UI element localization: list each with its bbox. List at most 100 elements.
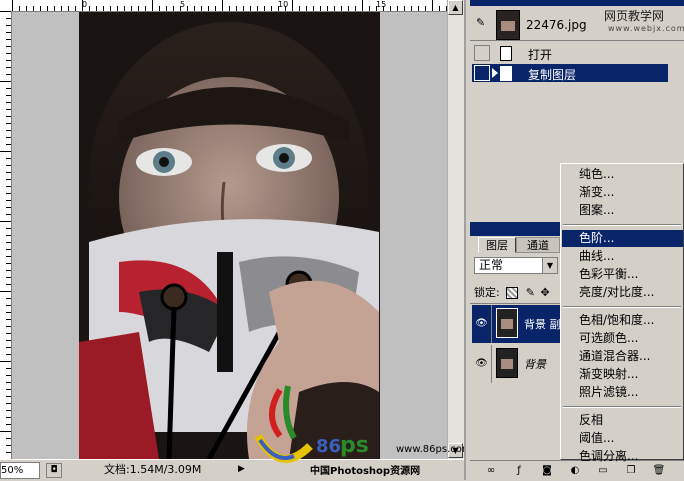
adjustment-layer-icon[interactable]: ◐	[568, 464, 582, 478]
ruler-tick	[6, 67, 11, 68]
ruler-tick	[6, 193, 11, 194]
ruler-tick	[6, 452, 11, 453]
menu-item[interactable]: 照片滤镜...	[562, 384, 683, 401]
ruler-tick	[6, 158, 11, 159]
new-layer-icon[interactable]: ❐	[624, 464, 638, 478]
scroll-up-button[interactable]: ▲	[448, 0, 463, 15]
menu-item[interactable]: 通道混合器...	[562, 348, 683, 365]
ruler-tick	[243, 6, 244, 11]
eye-icon[interactable]: 👁	[472, 305, 492, 343]
ruler-tick	[159, 6, 160, 11]
ruler-tick	[6, 39, 11, 40]
history-divider	[470, 40, 684, 41]
svg-text:86: 86	[316, 436, 341, 457]
ruler-tick	[334, 6, 335, 11]
ruler-tick	[313, 6, 314, 11]
menu-item[interactable]: 渐变映射...	[562, 366, 683, 383]
menu-item[interactable]: 色相/饱和度...	[562, 312, 683, 329]
ruler-tick	[131, 6, 132, 11]
document-size-info: 文档:1.54M/3.09M	[104, 463, 202, 476]
ruler-tick	[418, 6, 419, 11]
status-arrow-icon[interactable]: ▶	[238, 463, 248, 476]
history-item-duplicate-layer[interactable]: 复制图层	[472, 64, 668, 82]
layer-row-background[interactable]: 👁 背景	[472, 345, 564, 383]
menu-item[interactable]: 纯色...	[562, 166, 683, 183]
ruler-tick	[33, 6, 34, 11]
ruler-tick	[208, 6, 209, 11]
horizontal-ruler[interactable]: 0 5 10 15	[0, 0, 447, 12]
eye-icon[interactable]: 👁	[472, 345, 492, 383]
ruler-tick	[6, 368, 11, 369]
layers-divider	[470, 303, 562, 304]
menu-item[interactable]: 色彩平衡...	[562, 266, 683, 283]
ruler-tick	[292, 0, 293, 11]
history-source-box[interactable]	[474, 65, 490, 81]
menu-item[interactable]: 反相	[562, 412, 683, 429]
ruler-tick	[6, 32, 11, 33]
ruler-tick	[0, 11, 11, 12]
ruler-tick	[404, 6, 405, 11]
layer-style-icon[interactable]: ƒ	[512, 464, 526, 478]
layer-mask-icon[interactable]: ◙	[540, 464, 554, 478]
tab-channels[interactable]: 通道	[516, 237, 560, 253]
ruler-tick	[6, 389, 11, 390]
trash-icon[interactable]: 🗑	[652, 464, 666, 478]
menu-item[interactable]: 渐变...	[562, 184, 683, 201]
menu-item[interactable]: 色调分离...	[562, 448, 683, 465]
ruler-tick	[6, 445, 11, 446]
zoom-field[interactable]: 50%	[0, 462, 40, 479]
lock-move-icon[interactable]: ✥	[540, 286, 549, 299]
lock-label: 锁定:	[474, 286, 500, 299]
menu-separator	[563, 406, 681, 408]
menu-item[interactable]: 曲线...	[562, 248, 683, 265]
lock-brush-icon[interactable]: ✎	[526, 286, 535, 299]
menu-item[interactable]: 亮度/对比度...	[562, 284, 683, 301]
vertical-ruler[interactable]	[0, 11, 12, 459]
ruler-tick	[152, 0, 153, 11]
ruler-tick	[348, 6, 349, 11]
history-item-open[interactable]: 打开	[472, 44, 668, 62]
link-icon[interactable]: ∞	[484, 464, 498, 478]
logo-url-text: www.86ps.com	[396, 444, 472, 455]
layer-row-background-copy[interactable]: 👁 背景 副	[472, 305, 564, 343]
ruler-tick	[6, 60, 11, 61]
history-brush-icon[interactable]: ✎	[476, 16, 490, 30]
adjustment-layer-menu: 纯色... 渐变... 图案... 色阶... 曲线... 色彩平衡... 亮度/对比度..…	[560, 163, 684, 463]
menu-item[interactable]: 阈值...	[562, 430, 683, 447]
ruler-tick	[6, 214, 11, 215]
ruler-tick	[0, 221, 11, 222]
status-menu-icon[interactable]: ◘	[46, 463, 62, 478]
ruler-tick	[6, 46, 11, 47]
ruler-tick	[362, 0, 363, 11]
history-source-box[interactable]	[474, 45, 490, 61]
new-group-icon[interactable]: ▭	[596, 464, 610, 478]
ruler-tick	[187, 6, 188, 11]
ruler-tick	[0, 431, 11, 432]
site-logo: 86 ps www.86ps.com 中国Photoshop资源网	[250, 376, 472, 480]
tab-layers[interactable]: 图层	[478, 237, 516, 253]
history-titlebar[interactable]	[470, 0, 684, 6]
ruler-tick	[264, 6, 265, 11]
ruler-tick	[236, 6, 237, 11]
ruler-tick	[201, 6, 202, 11]
menu-item[interactable]: 色阶...	[562, 230, 683, 247]
ruler-tick	[75, 6, 76, 11]
menu-item[interactable]: 可选颜色...	[562, 330, 683, 347]
chevron-down-icon[interactable]: ▼	[542, 258, 557, 273]
ruler-tick	[103, 6, 104, 11]
menu-item[interactable]: 图案...	[562, 202, 683, 219]
blend-mode-select[interactable]: 正常 ▼	[474, 257, 558, 274]
lock-transparency-icon[interactable]	[506, 287, 519, 299]
menu-separator	[563, 306, 681, 308]
ruler-tick	[6, 109, 11, 110]
ruler-tick	[306, 6, 307, 11]
ruler-tick	[6, 256, 11, 257]
ruler-tick	[229, 6, 230, 11]
layers-titlebar[interactable]	[470, 222, 560, 236]
ruler-tick	[341, 6, 342, 11]
ruler-tick	[6, 249, 11, 250]
ruler-tick	[6, 410, 11, 411]
ruler-tick	[299, 6, 300, 11]
ruler-number: 10	[278, 0, 289, 9]
ruler-tick	[6, 144, 11, 145]
